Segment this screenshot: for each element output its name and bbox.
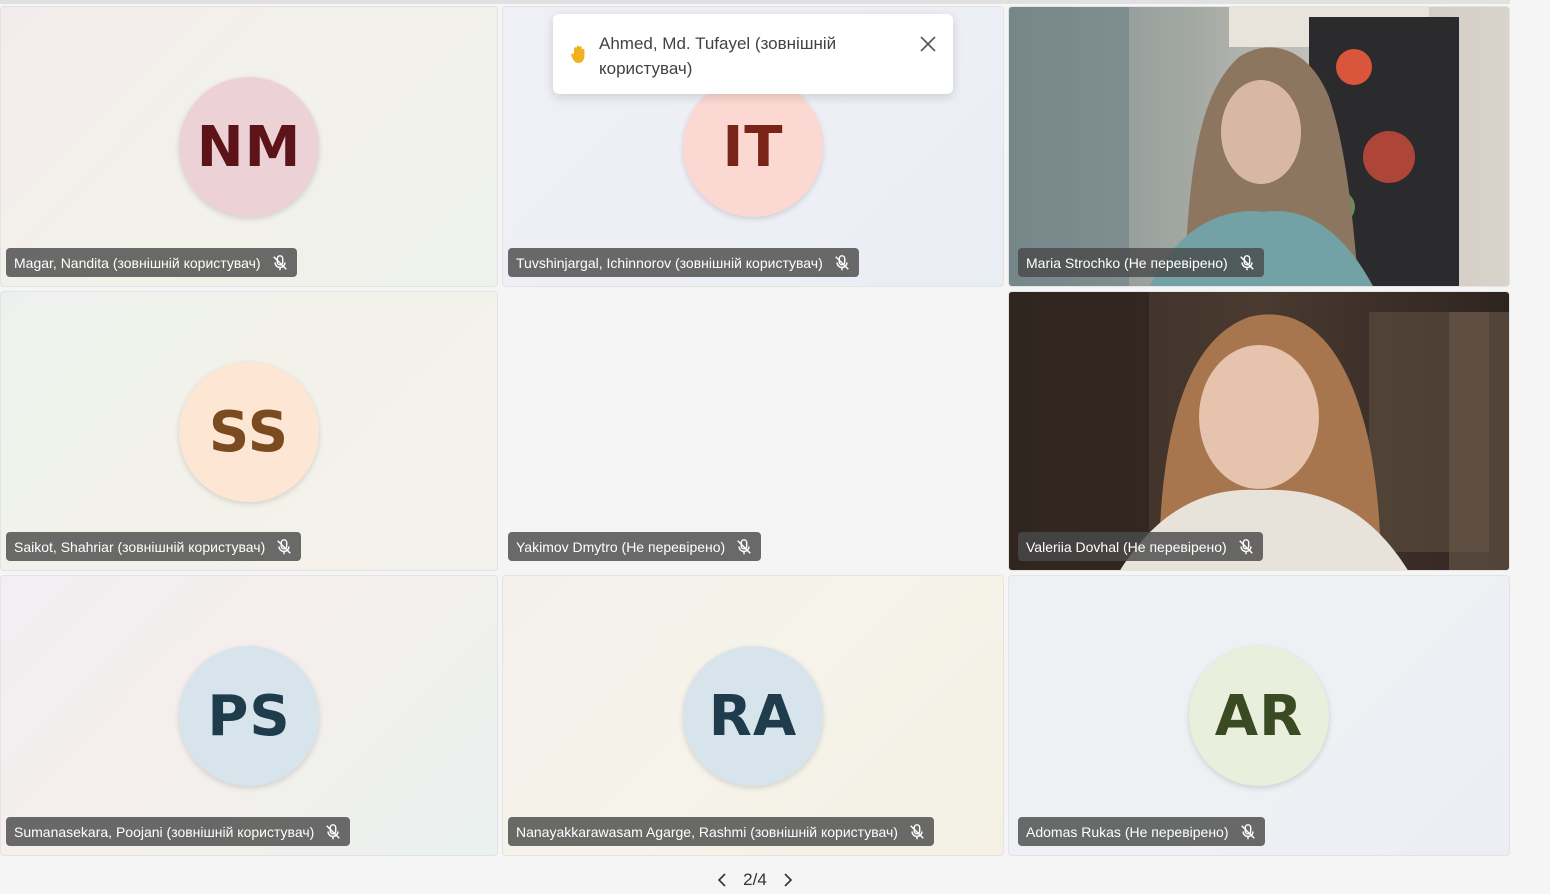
participant-tile[interactable]: NM Magar, Nandita (зовнішній користувач)	[0, 6, 498, 287]
participant-video	[1009, 7, 1509, 286]
next-page-button[interactable]	[777, 869, 799, 891]
mic-off-icon	[737, 538, 752, 554]
participant-name: Saikot, Shahriar (зовнішній користувач)	[14, 538, 266, 555]
participant-tile[interactable]: PS Sumanasekara, Poojani (зовнішній кори…	[0, 575, 498, 856]
avatar: IT	[683, 77, 823, 217]
avatar: RA	[683, 646, 823, 786]
mic-off-icon	[834, 254, 849, 270]
participant-name: Magar, Nandita (зовнішній користувач)	[14, 254, 261, 271]
participant-name-tag: Yakimov Dmytro (Не перевірено)	[508, 532, 762, 561]
chevron-right-icon	[784, 873, 792, 887]
previous-page-button[interactable]	[711, 869, 733, 891]
participant-video-tile[interactable]: Maria Strochko (Не перевірено)	[1008, 6, 1510, 287]
avatar: PS	[179, 646, 319, 786]
mic-off-icon	[1238, 538, 1253, 554]
participant-name: Nanayakkarawasam Agarge, Rashmi (зовнішн…	[516, 823, 898, 840]
close-icon[interactable]	[917, 33, 939, 55]
top-divider	[0, 0, 1510, 4]
participant-name-tag: Saikot, Shahriar (зовнішній користувач)	[6, 532, 302, 561]
participant-name-tag: Tuvshinjargal, Ichinnorov (зовнішній кор…	[508, 248, 859, 277]
participant-name-tag: Maria Strochko (Не перевірено)	[1018, 248, 1264, 277]
participant-tile[interactable]: Yakimov Dmytro (Не перевірено)	[502, 291, 1004, 571]
avatar: SS	[179, 362, 319, 502]
participant-name: Tuvshinjargal, Ichinnorov (зовнішній кор…	[516, 254, 823, 271]
participant-name-tag: Valeriia Dovhal (Не перевірено)	[1018, 532, 1263, 561]
participant-name: Valeriia Dovhal (Не перевірено)	[1026, 538, 1227, 555]
participant-name: Sumanasekara, Poojani (зовнішній користу…	[14, 823, 315, 840]
participant-name-tag: Nanayakkarawasam Agarge, Rashmi (зовнішн…	[508, 817, 934, 846]
participant-name: Yakimov Dmytro (Не перевірено)	[516, 538, 726, 555]
raise-hand-notification: Ahmed, Md. Tufayel (зовнішній користувач…	[553, 14, 953, 94]
chevron-left-icon	[718, 873, 726, 887]
page-navigator: 2/4	[0, 866, 1510, 894]
mic-off-icon	[326, 823, 341, 839]
participant-name: Maria Strochko (Не перевірено)	[1026, 254, 1228, 271]
mic-off-icon	[277, 538, 292, 554]
avatar: AR	[1189, 646, 1329, 786]
participant-name-tag: Sumanasekara, Poojani (зовнішній користу…	[6, 817, 351, 846]
avatar: NM	[179, 77, 319, 217]
participant-tile[interactable]: AR Adomas Rukas (Не перевірено)	[1008, 575, 1510, 856]
participant-tile[interactable]: SS Saikot, Shahriar (зовнішній користува…	[0, 291, 498, 571]
mic-off-icon	[910, 823, 924, 839]
mic-off-icon	[272, 254, 287, 270]
participant-video-tile[interactable]: Valeriia Dovhal (Не перевірено)	[1008, 291, 1510, 571]
participant-name-tag: Adomas Rukas (Не перевірено)	[1018, 817, 1265, 846]
participant-video	[1009, 292, 1509, 570]
mic-off-icon	[1240, 823, 1255, 839]
participant-name: Adomas Rukas (Не перевірено)	[1026, 823, 1229, 840]
participant-name-tag: Magar, Nandita (зовнішній користувач)	[6, 248, 297, 277]
participant-tile[interactable]: RA Nanayakkarawasam Agarge, Rashmi (зовн…	[502, 575, 1004, 856]
raised-hand-icon	[571, 45, 585, 63]
mic-off-icon	[1239, 254, 1254, 270]
page-indicator: 2/4	[743, 870, 767, 889]
notification-text: Ahmed, Md. Tufayel (зовнішній користувач…	[599, 34, 837, 78]
